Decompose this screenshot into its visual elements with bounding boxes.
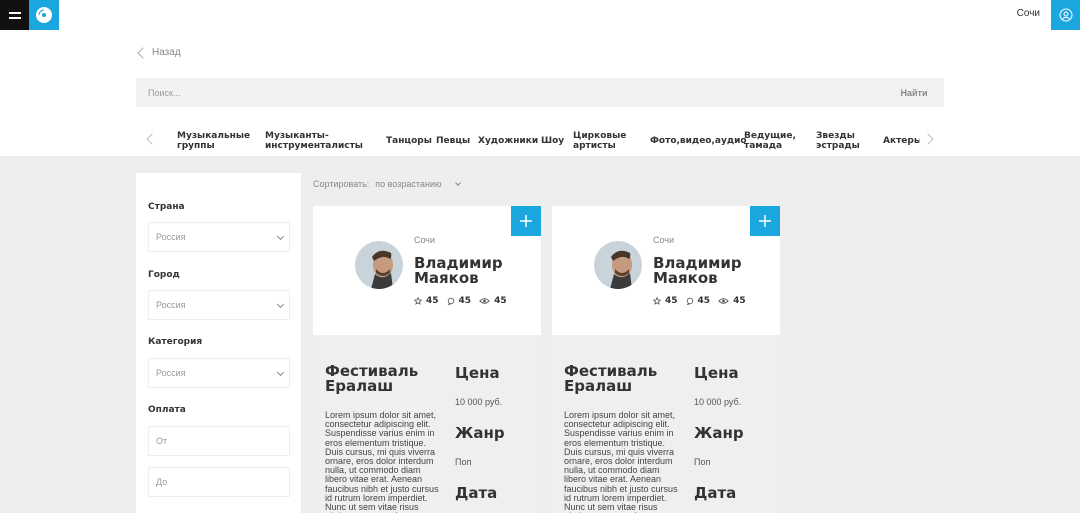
category-item[interactable]: Шоу — [541, 136, 564, 146]
chevron-down-icon — [276, 232, 285, 241]
search-bar: Найти — [136, 78, 944, 107]
rating-value: 45 — [665, 296, 678, 306]
event-title: Фестиваль Ералаш — [564, 362, 658, 395]
country-label: Страна — [148, 202, 185, 212]
artist-card[interactable]: Сочи Владимир Маяков 45 45 45 Фестиваль … — [552, 206, 780, 513]
category-item[interactable]: Музыканты-инструменталисты — [265, 131, 375, 151]
price-value: 10 000 руб. — [455, 397, 503, 407]
country-value: Россия — [156, 232, 186, 242]
payment-to-field[interactable]: До — [148, 467, 290, 497]
plus-icon — [759, 215, 771, 227]
category-item[interactable]: Звезды эстрады — [816, 131, 871, 151]
category-item[interactable]: Художники — [478, 136, 538, 146]
artist-stats: 45 45 45 — [653, 296, 746, 306]
genre-label: Жанр — [694, 424, 744, 442]
payment-from-field[interactable]: От — [148, 426, 290, 456]
user-icon[interactable] — [1051, 0, 1080, 30]
star-icon — [653, 297, 661, 305]
comments-stat: 45 — [686, 296, 711, 306]
category-select[interactable]: Россия — [148, 358, 290, 388]
category-value: Россия — [156, 368, 186, 378]
genre-value: Поп — [694, 457, 711, 467]
category-list: Музыкальные группы Музыканты-инструмента… — [136, 124, 920, 156]
rating-stat: 45 — [653, 296, 678, 306]
avatar — [355, 241, 403, 289]
category-item[interactable]: Ведущие, тамада — [744, 131, 799, 151]
sort-select[interactable]: по возрастанию — [375, 179, 441, 189]
views-value: 45 — [733, 296, 746, 306]
disc-icon[interactable] — [29, 0, 59, 30]
category-label: Категория — [148, 337, 203, 347]
event-description: Lorem ipsum dolor sit amet, consectetur … — [564, 410, 678, 513]
comment-icon — [686, 297, 693, 305]
artist-stats: 45 45 45 — [414, 296, 507, 306]
chevron-down-icon[interactable] — [454, 179, 461, 186]
city-label: Город — [148, 270, 180, 280]
rating-stat: 45 — [414, 296, 439, 306]
payment-label: Оплата — [148, 405, 186, 415]
artist-card[interactable]: Сочи Владимир Маяков 45 45 45 Фестиваль … — [313, 206, 541, 513]
genre-label: Жанр — [455, 424, 505, 442]
comments-value: 45 — [458, 296, 472, 306]
chevron-left-icon — [137, 46, 149, 59]
chevron-down-icon — [276, 300, 285, 309]
hamburger-icon[interactable] — [0, 0, 29, 30]
price-label: Цена — [694, 364, 739, 382]
event-title: Фестиваль Ералаш — [325, 362, 419, 395]
chevron-down-icon — [276, 368, 285, 377]
category-item[interactable]: Цирковые артисты — [573, 131, 633, 151]
artist-city: Сочи — [653, 235, 675, 245]
views-stat: 45 — [479, 296, 507, 306]
back-link[interactable]: Назад — [136, 46, 181, 59]
views-stat: 45 — [718, 296, 746, 306]
date-label: Дата — [694, 484, 737, 502]
card-header: Сочи Владимир Маяков 45 45 45 — [313, 206, 541, 335]
price-label: Цена — [455, 364, 500, 382]
top-header: Сочи — [0, 0, 1080, 30]
city-value: Россия — [156, 300, 186, 310]
search-button[interactable]: Найти — [884, 88, 944, 98]
sort-control: Сортировать: по возрастанию — [313, 179, 461, 189]
sort-label: Сортировать: — [313, 179, 370, 189]
card-details: Фестиваль Ералаш Lorem ipsum dolor sit a… — [313, 335, 541, 513]
plus-icon — [520, 215, 532, 227]
card-header: Сочи Владимир Маяков 45 45 45 — [552, 206, 780, 335]
city-selector[interactable]: Сочи — [1017, 8, 1040, 19]
eye-icon — [718, 298, 729, 304]
artist-name[interactable]: Владимир Маяков — [414, 256, 534, 286]
date-label: Дата — [455, 484, 498, 502]
category-item[interactable]: Певцы — [436, 136, 470, 146]
views-value: 45 — [494, 296, 507, 306]
event-description: Lorem ipsum dolor sit amet, consectetur … — [325, 410, 439, 513]
artist-city: Сочи — [414, 235, 436, 245]
filter-panel: Страна Россия Город Россия Категория Рос… — [136, 173, 301, 513]
avatar — [594, 241, 642, 289]
star-icon — [414, 297, 422, 305]
chevron-right-icon[interactable] — [922, 133, 934, 145]
back-label: Назад — [152, 47, 181, 58]
category-item[interactable]: Актеры — [883, 136, 920, 146]
artist-name[interactable]: Владимир Маяков — [653, 256, 773, 286]
category-item[interactable]: Фото,видео,аудио — [650, 136, 747, 146]
category-item[interactable]: Музыкальные группы — [177, 131, 257, 151]
add-button[interactable] — [511, 206, 541, 236]
genre-value: Поп — [455, 457, 472, 467]
eye-icon — [479, 298, 490, 304]
city-select[interactable]: Россия — [148, 290, 290, 320]
category-carousel: Музыкальные группы Музыканты-инструмента… — [136, 124, 944, 156]
card-details: Фестиваль Ералаш Lorem ipsum dolor sit a… — [552, 335, 780, 513]
rating-value: 45 — [426, 296, 439, 306]
comment-icon — [447, 297, 454, 305]
country-select[interactable]: Россия — [148, 222, 290, 252]
category-item[interactable]: Танцоры — [386, 136, 432, 146]
search-input[interactable] — [136, 87, 884, 98]
comments-stat: 45 — [447, 296, 472, 306]
add-button[interactable] — [750, 206, 780, 236]
price-value: 10 000 руб. — [694, 397, 742, 407]
comments-value: 45 — [697, 296, 711, 306]
